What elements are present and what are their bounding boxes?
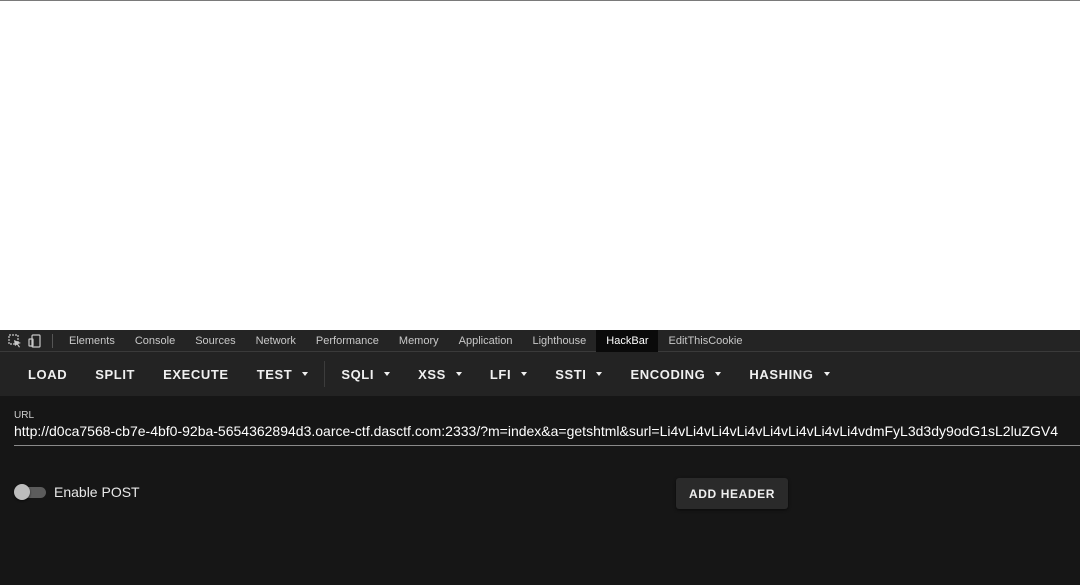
test-menu-button[interactable]: TEST xyxy=(243,352,323,396)
tab-memory[interactable]: Memory xyxy=(389,330,449,352)
tab-elements[interactable]: Elements xyxy=(59,330,125,352)
url-label: URL xyxy=(14,410,35,421)
add-header-button[interactable]: ADD HEADER xyxy=(676,478,788,509)
caret-down-icon xyxy=(302,372,309,376)
caret-down-icon xyxy=(596,372,603,376)
ssti-label: SSTI xyxy=(555,366,587,382)
web-page-viewport xyxy=(0,0,1080,330)
split-button[interactable]: SPLIT xyxy=(81,352,149,396)
device-toolbar-icon[interactable] xyxy=(28,333,42,348)
split-label: SPLIT xyxy=(95,366,136,382)
encoding-menu-button[interactable]: ENCODING xyxy=(616,352,735,396)
toolbar-divider xyxy=(324,361,326,387)
tab-hackbar[interactable]: HackBar xyxy=(596,329,659,352)
encoding-label: ENCODING xyxy=(630,366,706,382)
tab-network[interactable]: Network xyxy=(246,330,306,352)
hackbar-toolbar: LOAD SPLIT EXECUTE TEST SQLI XSS LFI SST… xyxy=(0,352,1080,396)
tab-application[interactable]: Application xyxy=(449,330,523,352)
tab-console[interactable]: Console xyxy=(125,330,185,352)
lfi-menu-button[interactable]: LFI xyxy=(476,352,541,396)
tab-lighthouse[interactable]: Lighthouse xyxy=(522,330,596,352)
tab-sources[interactable]: Sources xyxy=(185,330,245,352)
enable-post-row: Enable POST xyxy=(14,484,140,500)
lfi-label: LFI xyxy=(489,366,512,382)
caret-down-icon xyxy=(715,372,722,376)
test-label: TEST xyxy=(256,366,293,382)
execute-label: EXECUTE xyxy=(163,366,229,382)
tab-editthiscookie[interactable]: EditThisCookie xyxy=(658,330,752,352)
tab-performance[interactable]: Performance xyxy=(306,330,389,352)
hashing-menu-button[interactable]: HASHING xyxy=(735,352,843,396)
caret-down-icon xyxy=(823,372,830,376)
ssti-menu-button[interactable]: SSTI xyxy=(541,352,616,396)
devtools-panel: Elements Console Sources Network Perform… xyxy=(0,329,1080,585)
load-label: LOAD xyxy=(28,366,68,382)
inspect-element-icon[interactable] xyxy=(8,333,22,348)
enable-post-label: Enable POST xyxy=(54,484,140,500)
sqli-menu-button[interactable]: SQLI xyxy=(327,352,404,396)
toggle-knob xyxy=(14,484,30,500)
hashing-label: HASHING xyxy=(749,366,814,382)
url-input[interactable] xyxy=(14,421,1080,446)
tab-separator xyxy=(52,333,53,348)
sqli-label: SQLI xyxy=(341,366,375,382)
xss-label: XSS xyxy=(418,366,446,382)
load-button[interactable]: LOAD xyxy=(14,352,81,396)
caret-down-icon xyxy=(384,372,391,376)
caret-down-icon xyxy=(521,372,528,376)
caret-down-icon xyxy=(455,372,462,376)
execute-button[interactable]: EXECUTE xyxy=(149,352,243,396)
xss-menu-button[interactable]: XSS xyxy=(404,352,476,396)
enable-post-toggle[interactable] xyxy=(14,484,46,500)
devtools-tab-bar: Elements Console Sources Network Perform… xyxy=(0,329,1080,352)
url-field-group: URL xyxy=(14,410,1080,446)
